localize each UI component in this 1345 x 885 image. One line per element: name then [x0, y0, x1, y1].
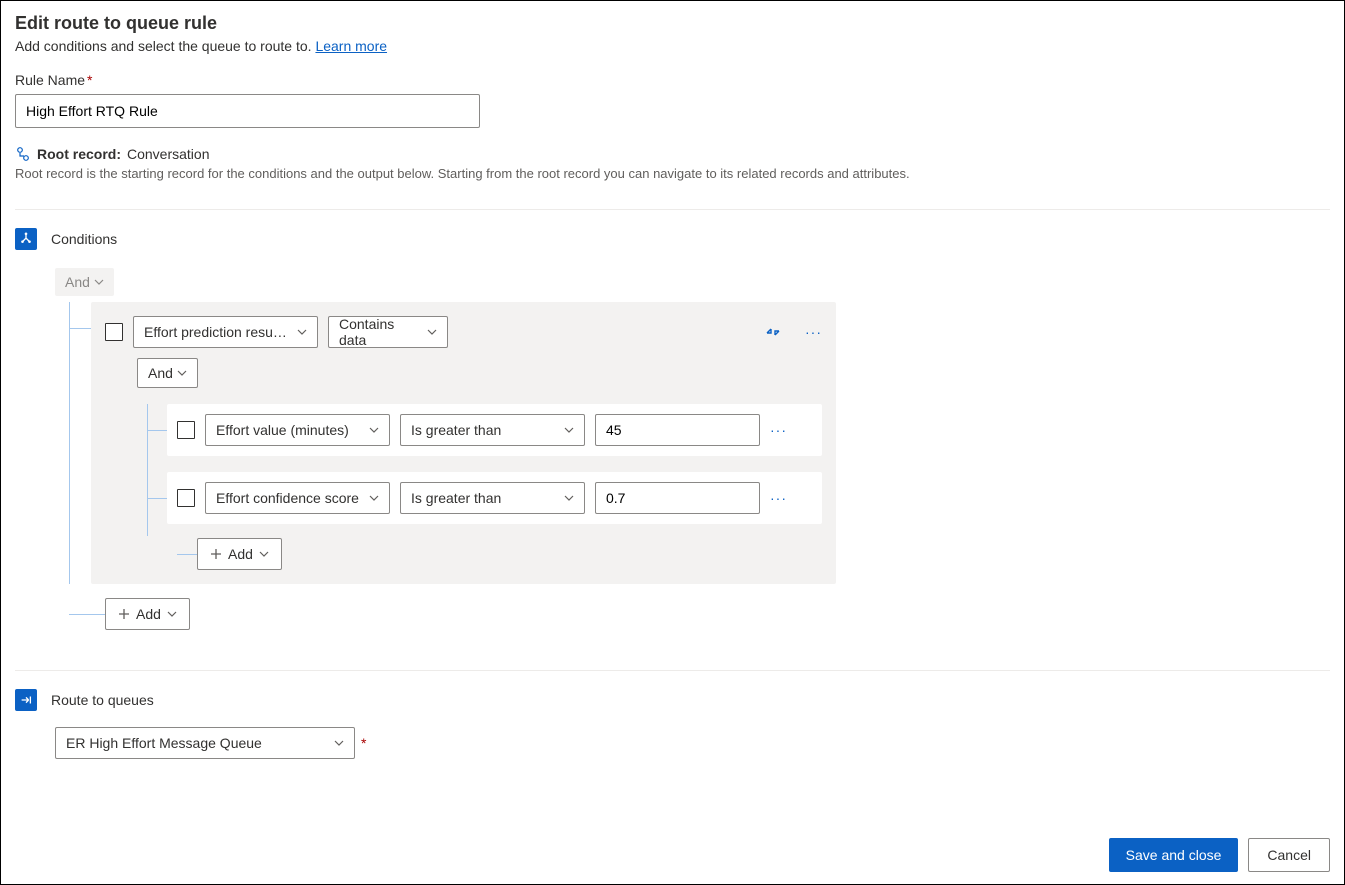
page-subtitle: Add conditions and select the queue to r… [15, 38, 1330, 54]
route-section-label: Route to queues [51, 692, 154, 708]
row-operator-dropdown[interactable]: Is greater than [400, 482, 585, 514]
cancel-button[interactable]: Cancel [1248, 838, 1330, 872]
plus-icon [118, 608, 130, 620]
chevron-down-icon [564, 493, 574, 503]
chevron-down-icon [369, 493, 379, 503]
chevron-down-icon [167, 609, 177, 619]
collapse-icon[interactable] [765, 324, 781, 340]
route-section-icon [15, 689, 37, 711]
inner-operator-chip[interactable]: And [137, 358, 198, 388]
outer-operator-chip[interactable]: And [55, 268, 114, 296]
learn-more-link[interactable]: Learn more [315, 38, 387, 54]
chevron-down-icon [297, 327, 307, 337]
root-record-value: Conversation [127, 146, 210, 162]
chevron-down-icon [94, 277, 104, 287]
entity-icon [15, 146, 31, 162]
subtitle-text: Add conditions and select the queue to r… [15, 38, 315, 54]
separator [15, 670, 1330, 671]
group-checkbox[interactable] [105, 323, 123, 341]
root-record-description: Root record is the starting record for t… [15, 166, 1330, 181]
save-and-close-button[interactable]: Save and close [1109, 838, 1239, 872]
condition-row: Effort value (minutes) Is greater than ·… [167, 404, 822, 456]
row-operator-dropdown[interactable]: Is greater than [400, 414, 585, 446]
row-value-input[interactable] [595, 414, 760, 446]
chevron-down-icon [427, 327, 437, 337]
chevron-down-icon [564, 425, 574, 435]
separator [15, 209, 1330, 210]
add-inner-button[interactable]: Add [197, 538, 282, 570]
required-indicator: * [361, 735, 366, 751]
tree-line [147, 404, 148, 536]
tree-line [69, 302, 70, 584]
required-indicator: * [87, 72, 92, 88]
chevron-down-icon [334, 738, 344, 748]
row-checkbox[interactable] [177, 421, 195, 439]
row-attribute-dropdown[interactable]: Effort value (minutes) [205, 414, 390, 446]
group-attribute-dropdown[interactable]: Effort prediction result... [133, 316, 318, 348]
rule-name-label: Rule Name* [15, 72, 1330, 88]
page-title: Edit route to queue rule [15, 13, 1330, 34]
rule-name-input[interactable] [15, 94, 480, 128]
chevron-down-icon [177, 368, 187, 378]
row-checkbox[interactable] [177, 489, 195, 507]
condition-row: Effort confidence score Is greater than … [167, 472, 822, 524]
tree-line [69, 328, 91, 329]
conditions-section-icon [15, 228, 37, 250]
root-record-label: Root record: [37, 146, 121, 162]
plus-icon [210, 548, 222, 560]
add-outer-button[interactable]: Add [105, 598, 190, 630]
row-attribute-dropdown[interactable]: Effort confidence score [205, 482, 390, 514]
condition-group: Effort prediction result... Contains dat… [91, 302, 836, 584]
more-icon[interactable]: ··· [770, 490, 787, 506]
group-operator-dropdown[interactable]: Contains data [328, 316, 448, 348]
conditions-section-label: Conditions [51, 231, 117, 247]
chevron-down-icon [369, 425, 379, 435]
more-icon[interactable]: ··· [770, 422, 787, 438]
queue-dropdown[interactable]: ER High Effort Message Queue [55, 727, 355, 759]
more-icon[interactable]: ··· [805, 324, 822, 340]
chevron-down-icon [259, 549, 269, 559]
row-value-input[interactable] [595, 482, 760, 514]
